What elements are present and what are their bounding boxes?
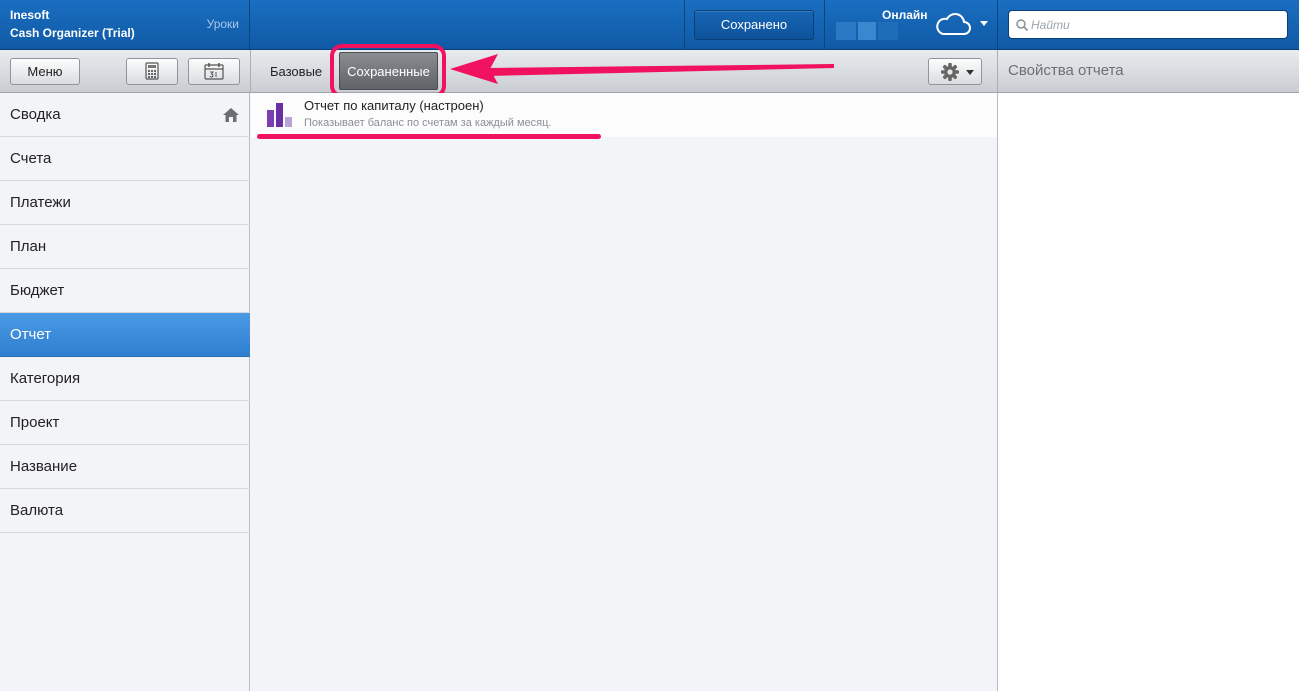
sidebar-item-label: Бюджет: [10, 282, 65, 299]
menu-button[interactable]: Меню: [10, 58, 80, 85]
search-icon: [1016, 19, 1029, 32]
annotation-arrow-icon: [450, 54, 834, 84]
sidebar-item-budget[interactable]: Бюджет: [0, 269, 250, 313]
sidebar-item-currency[interactable]: Валюта: [0, 489, 250, 533]
app-name: Cash Organizer (Trial): [10, 26, 135, 40]
annotation-underline: [257, 134, 601, 139]
sidebar-item-report[interactable]: Отчет: [0, 313, 250, 357]
sidebar-item-label: Проект: [10, 414, 60, 431]
divider: [997, 50, 998, 93]
tab-basic[interactable]: Базовые: [262, 60, 330, 84]
report-properties-panel: [997, 93, 1299, 691]
report-title: Отчет по капиталу (настроен): [304, 98, 484, 113]
report-properties-title: Свойства отчета: [1008, 62, 1124, 79]
lessons-link[interactable]: Уроки: [207, 17, 239, 31]
company-name: Inesoft: [10, 8, 50, 22]
annotation-highlight: [330, 44, 446, 98]
home-icon[interactable]: [222, 107, 240, 123]
calendar-icon: [204, 63, 224, 80]
sidebar-item-label: Валюта: [10, 502, 64, 519]
sidebar-item-label: Счета: [10, 150, 52, 167]
divider: [684, 0, 685, 50]
list-item[interactable]: Отчет по капиталу (настроен) Показывает …: [251, 93, 997, 137]
sidebar-item-accounts[interactable]: Счета: [0, 137, 250, 181]
divider: [250, 50, 251, 93]
search-input[interactable]: [1031, 15, 1281, 35]
sidebar-item-plan[interactable]: План: [0, 225, 250, 269]
search-box[interactable]: [1008, 10, 1288, 39]
chevron-down-icon: [966, 70, 974, 75]
online-label: Онлайн: [882, 8, 928, 22]
sidebar-item-summary[interactable]: Сводка: [0, 93, 250, 137]
sidebar-item-payments[interactable]: Платежи: [0, 181, 250, 225]
gear-icon: [941, 63, 959, 81]
sidebar-item-label: Платежи: [10, 194, 71, 211]
divider: [824, 0, 825, 50]
report-list: Отчет по капиталу (настроен) Показывает …: [251, 93, 997, 691]
sidebar-item-payee[interactable]: Название: [0, 445, 250, 489]
sync-status-indicator: [836, 22, 898, 40]
report-description: Показывает баланс по счетам за каждый ме…: [304, 117, 552, 129]
sidebar-item-label: План: [10, 238, 47, 255]
calculator-icon: [145, 62, 159, 80]
chevron-down-icon[interactable]: [980, 21, 988, 26]
sidebar-item-label: Сводка: [10, 106, 61, 123]
sidebar-item-label: Категория: [10, 370, 81, 387]
sidebar: Сводка Счета Платежи План Бюджет Отчет К…: [0, 93, 250, 691]
sidebar-item-label: Название: [10, 458, 78, 475]
bar-chart-icon: [267, 103, 292, 127]
sidebar-item-label: Отчет: [10, 326, 52, 343]
calendar-button[interactable]: [188, 58, 240, 85]
settings-button[interactable]: [928, 58, 982, 85]
cloud-icon[interactable]: [934, 11, 972, 37]
brand: Inesoft Cash Organizer (Trial) Уроки: [0, 0, 250, 50]
sidebar-item-project[interactable]: Проект: [0, 401, 250, 445]
saved-button[interactable]: Сохранено: [694, 10, 814, 40]
divider: [997, 0, 998, 50]
top-bar: Inesoft Cash Organizer (Trial) Уроки Сох…: [0, 0, 1299, 50]
sidebar-item-category[interactable]: Категория: [0, 357, 250, 401]
calculator-button[interactable]: [126, 58, 178, 85]
